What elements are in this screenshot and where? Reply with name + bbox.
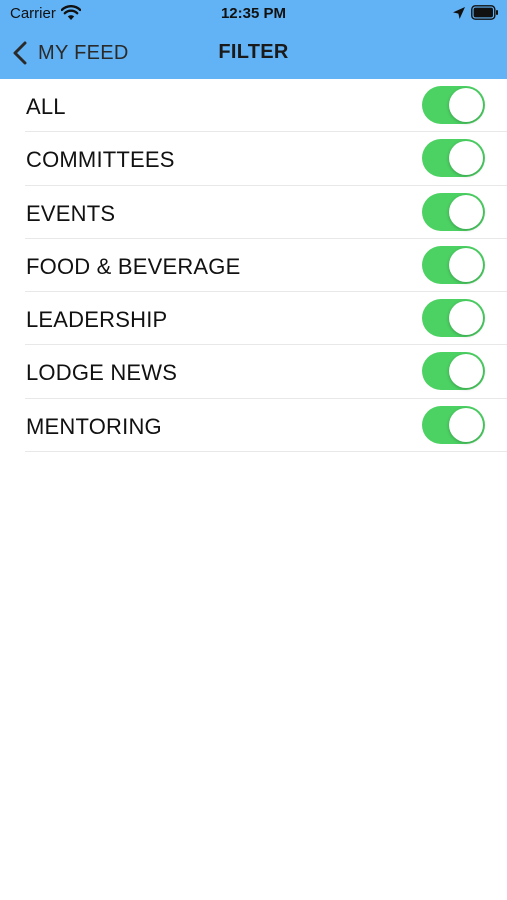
toggle-knob xyxy=(449,407,483,442)
filter-toggle-mentoring[interactable] xyxy=(422,405,485,444)
location-arrow-icon xyxy=(453,7,465,19)
filter-row-committees: COMMITTEES xyxy=(25,132,507,186)
toggle-knob xyxy=(449,88,483,122)
filter-toggle-lodge-news[interactable] xyxy=(422,352,485,391)
filter-row-mentoring: MENTORING xyxy=(25,399,507,453)
status-bar: Carrier 12:35 PM xyxy=(0,0,507,28)
toggle-knob xyxy=(449,247,483,282)
filter-toggle-leadership[interactable] xyxy=(422,299,485,338)
filter-row-all: ALL xyxy=(25,79,507,133)
status-time: 12:35 PM xyxy=(220,5,287,22)
toggle-knob xyxy=(449,194,483,229)
filter-toggle-committees[interactable] xyxy=(422,139,485,178)
filter-label: FOOD & BEVERAGE xyxy=(26,253,241,279)
navigation-bar: MY FEED FILTER xyxy=(0,28,507,79)
filter-label: LODGE NEWS xyxy=(26,360,178,386)
battery-icon xyxy=(471,5,498,20)
filter-label: LEADERSHIP xyxy=(26,307,168,333)
filter-label: MENTORING xyxy=(26,413,162,439)
filter-toggle-events[interactable] xyxy=(422,192,485,231)
filter-label: EVENTS xyxy=(26,200,116,226)
filter-row-lodge-news: LODGE NEWS xyxy=(25,345,507,399)
page-title: FILTER xyxy=(218,41,289,63)
filter-toggle-food-beverage[interactable] xyxy=(422,245,485,284)
filter-row-leadership: LEADERSHIP xyxy=(25,292,507,346)
filter-row-events: EVENTS xyxy=(25,186,507,239)
toggle-knob xyxy=(449,301,483,336)
toggle-knob xyxy=(449,141,483,176)
app-header: Carrier 12:35 PM MY FEED FILTER xyxy=(0,0,507,79)
filter-list: ALL COMMITTEES EVENTS FOOD & BEVERAGE LE… xyxy=(0,79,507,453)
filter-toggle-all[interactable] xyxy=(422,86,485,124)
filter-label: ALL xyxy=(26,94,66,119)
filter-row-food-beverage: FOOD & BEVERAGE xyxy=(25,239,507,293)
toggle-knob xyxy=(449,354,483,389)
filter-label: COMMITTEES xyxy=(26,147,175,173)
